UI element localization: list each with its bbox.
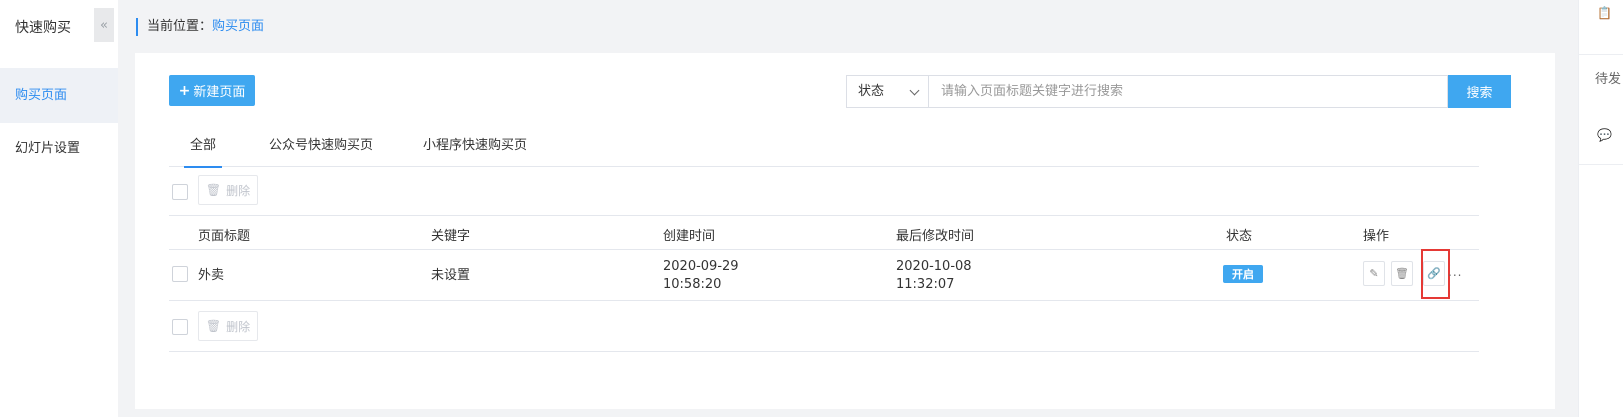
status-select[interactable]: 状态 — [846, 75, 928, 108]
clipboard-icon: 📋 — [1597, 6, 1612, 20]
pencil-icon: ✎ — [1369, 267, 1379, 280]
row-checkbox[interactable] — [172, 266, 188, 282]
delete-label: 删除 — [226, 183, 251, 198]
batch-delete-button[interactable]: 🗑 删除 — [198, 175, 258, 205]
more-options[interactable]: ... — [1448, 265, 1462, 279]
row-keyword: 未设置 — [431, 268, 471, 283]
collapse-sidebar-icon[interactable]: « — [94, 8, 114, 42]
message-icon: 💬 — [1597, 128, 1612, 142]
clipboard-button[interactable]: 📋 — [1579, 0, 1623, 55]
row-created-time: 10:58:20 — [663, 277, 722, 292]
search-button[interactable]: 搜索 — [1448, 75, 1511, 108]
column-header-title: 页面标题 — [198, 229, 251, 244]
column-header-modified: 最后修改时间 — [896, 229, 975, 244]
tab-mini-program[interactable]: 小程序快速购买页 — [423, 131, 527, 167]
breadcrumb: 当前位置：购买页面 — [136, 18, 264, 36]
tab-all[interactable]: 全部 — [183, 131, 223, 168]
divider — [169, 249, 1479, 250]
new-page-label: 新建页面 — [193, 85, 246, 100]
row-title: 外卖 — [198, 268, 225, 283]
select-all-checkbox-bottom[interactable] — [172, 319, 188, 335]
search-input[interactable] — [928, 75, 1448, 108]
row-created-date: 2020-09-29 — [663, 259, 739, 274]
divider — [169, 215, 1479, 216]
sidebar-item-purchase-page[interactable]: 购买页面 — [0, 68, 118, 123]
row-modified-time: 11:32:07 — [896, 277, 955, 292]
select-all-checkbox[interactable] — [172, 184, 188, 200]
trash-icon: 🗑 — [1395, 267, 1409, 280]
right-panel: 📋 待发 💬 — [1578, 0, 1623, 417]
row-modified-date: 2020-10-08 — [896, 259, 972, 274]
sidebar-title: 快速购买 — [15, 20, 71, 36]
new-page-button[interactable]: + 新建页面 — [169, 75, 255, 106]
sidebar: 快速购买 « 购买页面 幻灯片设置 — [0, 0, 118, 417]
status-select-value: 状态 — [858, 84, 885, 99]
plus-icon: + — [178, 82, 191, 99]
column-header-created: 创建时间 — [663, 229, 716, 244]
batch-delete-button-bottom[interactable]: 🗑 删除 — [198, 311, 258, 341]
tab-official-account[interactable]: 公众号快速购买页 — [269, 131, 373, 167]
tab-bar: 全部 公众号快速购买页 小程序快速购买页 — [169, 131, 1479, 168]
highlight-box — [1421, 249, 1450, 299]
edit-button[interactable]: ✎ — [1363, 261, 1385, 286]
sidebar-item-slideshow-settings[interactable]: 幻灯片设置 — [0, 121, 118, 176]
trash-icon: 🗑 — [205, 183, 222, 197]
main-card: + 新建页面 状态 搜索 全部 公众号快速购买页 小程序快速购买页 🗑 删除 页… — [135, 53, 1555, 409]
trash-icon: 🗑 — [205, 319, 222, 333]
chevron-down-icon — [909, 85, 920, 96]
column-header-actions: 操作 — [1363, 229, 1390, 244]
breadcrumb-current[interactable]: 购买页面 — [212, 19, 264, 34]
breadcrumb-prefix: 当前位置： — [147, 19, 213, 34]
pending-label[interactable]: 待发 — [1595, 68, 1621, 87]
delete-label: 删除 — [226, 319, 251, 334]
column-header-keyword: 关键字 — [431, 229, 471, 244]
status-badge[interactable]: 开启 — [1223, 265, 1263, 283]
message-button[interactable]: 💬 — [1579, 110, 1623, 165]
divider — [169, 300, 1479, 301]
delete-button[interactable]: 🗑 — [1391, 261, 1413, 286]
column-header-status: 状态 — [1226, 229, 1253, 244]
divider — [169, 351, 1479, 352]
